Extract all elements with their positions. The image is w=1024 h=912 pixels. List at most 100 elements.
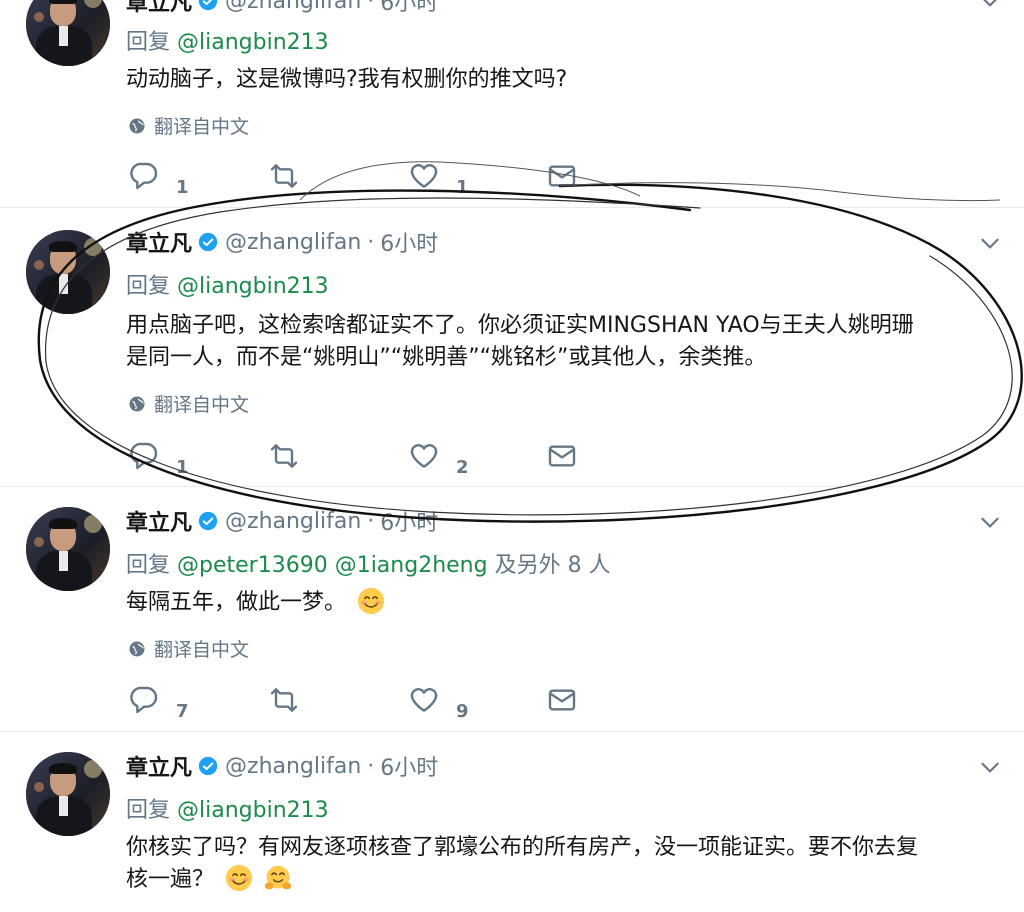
message-icon [548, 165, 576, 187]
avatar[interactable] [26, 230, 110, 314]
tweet-text: 用点脑子吧，这检索啥都证实不了。你必须证实MINGSHAN YAO与王夫人姚明珊… [126, 310, 1006, 374]
message-button[interactable] [546, 160, 578, 192]
translate-link[interactable]: 翻译自中文 [128, 112, 249, 139]
author-name[interactable]: 章立凡 [126, 0, 192, 17]
timestamp[interactable]: 6小时 [380, 505, 438, 537]
like-button[interactable]: 2 [408, 440, 469, 478]
reply-prefix: 回复 [126, 274, 171, 299]
translate-label: 翻译自中文 [154, 116, 250, 138]
tweet[interactable]: 章立凡 @zhanglifan · 6小时 回复 @peter13690 @1i… [0, 487, 1024, 731]
retweet-button[interactable] [268, 160, 300, 192]
reply-users-link[interactable]: @liangbin213 [177, 274, 329, 299]
like-icon [410, 444, 438, 468]
retweet-button[interactable] [268, 440, 300, 472]
tweet-text-line: 核一遍？ [126, 867, 215, 892]
author-name[interactable]: 章立凡 [126, 750, 192, 782]
tweet-header: 章立凡 @zhanglifan · 6小时 [126, 505, 438, 537]
reply-prefix: 回复 [126, 553, 171, 578]
reply-icon [130, 686, 158, 714]
reply-users-link[interactable]: @liangbin213 [177, 798, 329, 823]
timestamp[interactable]: 6小时 [380, 0, 438, 17]
tweet-header: 章立凡 @zhanglifan · 6小时 [126, 750, 438, 782]
like-icon [410, 688, 438, 712]
message-button[interactable] [546, 684, 578, 716]
like-button[interactable]: 9 [408, 684, 469, 722]
reply-users-link[interactable]: @peter13690 @1iang2heng [177, 553, 488, 578]
avatar[interactable] [26, 507, 110, 591]
reply-users-link[interactable]: @liangbin213 [177, 30, 329, 55]
author-handle[interactable]: @zhanglifan [225, 0, 361, 14]
reply-context: 回复 @liangbin213 [126, 24, 329, 56]
reply-context: 回复 @liangbin213 [126, 268, 329, 300]
chevron-down-icon[interactable] [977, 230, 1003, 256]
smile-emoji-icon [225, 864, 253, 892]
message-button[interactable] [546, 440, 578, 472]
reply-button[interactable]: 7 [128, 684, 189, 722]
like-count: 1 [456, 177, 469, 198]
tweet-text-line: 是同一人，而不是“姚明山”“姚明善”“姚铭杉”或其他人，余类推。 [126, 345, 767, 370]
globe-icon [129, 641, 145, 656]
tweet-actions: 7 9 [128, 684, 588, 722]
chevron-down-icon[interactable] [977, 0, 1003, 14]
tweet-text: 动动脑子，这是微博吗?我有权删你的推文吗? [126, 64, 1006, 96]
tweet[interactable]: 章立凡 @zhanglifan · 6小时 回复 @liangbin213 你核… [0, 732, 1024, 912]
timestamp[interactable]: 6小时 [380, 750, 438, 782]
verified-icon [198, 511, 218, 531]
tweet-text-line: 你核实了吗？有网友逐项核查了郭壕公布的所有房产，没一项能证实。要不你去复 [126, 835, 919, 860]
reply-count: 1 [176, 457, 189, 478]
tweet-text: 你核实了吗？有网友逐项核查了郭壕公布的所有房产，没一项能证实。要不你去复 核一遍… [126, 832, 1006, 896]
retweet-icon [270, 444, 298, 468]
reply-count: 1 [176, 177, 189, 198]
globe-icon [129, 396, 145, 411]
tweet-actions: 1 2 [128, 440, 588, 478]
author-handle[interactable]: @zhanglifan [225, 230, 361, 255]
smile-emoji-icon [357, 587, 385, 615]
separator-dot: · [367, 753, 375, 779]
avatar[interactable] [26, 0, 110, 66]
tweet-header: 章立凡 @zhanglifan · 6小时 [126, 226, 438, 258]
reply-button[interactable]: 1 [128, 160, 189, 198]
tweet-text: 每隔五年，做此一梦。 [126, 587, 1006, 619]
timestamp[interactable]: 6小时 [380, 226, 438, 258]
tweet-text-line: 用点脑子吧，这检索啥都证实不了。你必须证实MINGSHAN YAO与王夫人姚明珊 [126, 313, 914, 338]
verified-icon [198, 756, 218, 776]
reply-others[interactable]: 及另外 8 人 [495, 553, 611, 578]
author-name[interactable]: 章立凡 [126, 226, 192, 258]
reply-context: 回复 @peter13690 @1iang2heng 及另外 8 人 [126, 547, 611, 579]
like-icon [410, 164, 438, 188]
globe-icon [129, 118, 145, 133]
reply-icon [130, 442, 158, 470]
author-handle[interactable]: @zhanglifan [225, 509, 361, 534]
retweet-button[interactable] [268, 684, 300, 716]
translate-link[interactable]: 翻译自中文 [128, 635, 249, 662]
reply-context: 回复 @liangbin213 [126, 792, 329, 824]
tweet-header: 章立凡 @zhanglifan · 6小时 [126, 0, 438, 16]
author-handle[interactable]: @zhanglifan [225, 754, 361, 779]
author-name[interactable]: 章立凡 [126, 505, 192, 537]
hug-emoji-icon [264, 865, 292, 890]
avatar[interactable] [26, 752, 110, 836]
retweet-icon [270, 688, 298, 712]
separator-dot: · [367, 0, 375, 14]
message-icon [548, 445, 576, 467]
reply-prefix: 回复 [126, 30, 171, 55]
like-count: 9 [456, 701, 469, 722]
like-count: 2 [456, 457, 469, 478]
chevron-down-icon[interactable] [977, 754, 1003, 780]
translate-link[interactable]: 翻译自中文 [128, 390, 249, 417]
reply-prefix: 回复 [126, 798, 171, 823]
separator-dot: · [367, 508, 375, 534]
tweet-text-line: 每隔五年，做此一梦。 [126, 590, 347, 615]
tweet[interactable]: 章立凡 @zhanglifan · 6小时 回复 @liangbin213 动动… [0, 0, 1024, 207]
reply-button[interactable]: 1 [128, 440, 189, 478]
translate-label: 翻译自中文 [154, 394, 250, 416]
verified-icon [198, 0, 218, 11]
tweet[interactable]: 章立凡 @zhanglifan · 6小时 回复 @liangbin213 用点… [0, 208, 1024, 486]
tweet-actions: 1 1 [128, 160, 588, 198]
reply-icon [130, 162, 158, 190]
like-button[interactable]: 1 [408, 160, 469, 198]
chevron-down-icon[interactable] [977, 509, 1003, 535]
separator-dot: · [367, 229, 375, 255]
verified-icon [198, 232, 218, 252]
translate-label: 翻译自中文 [154, 639, 250, 661]
